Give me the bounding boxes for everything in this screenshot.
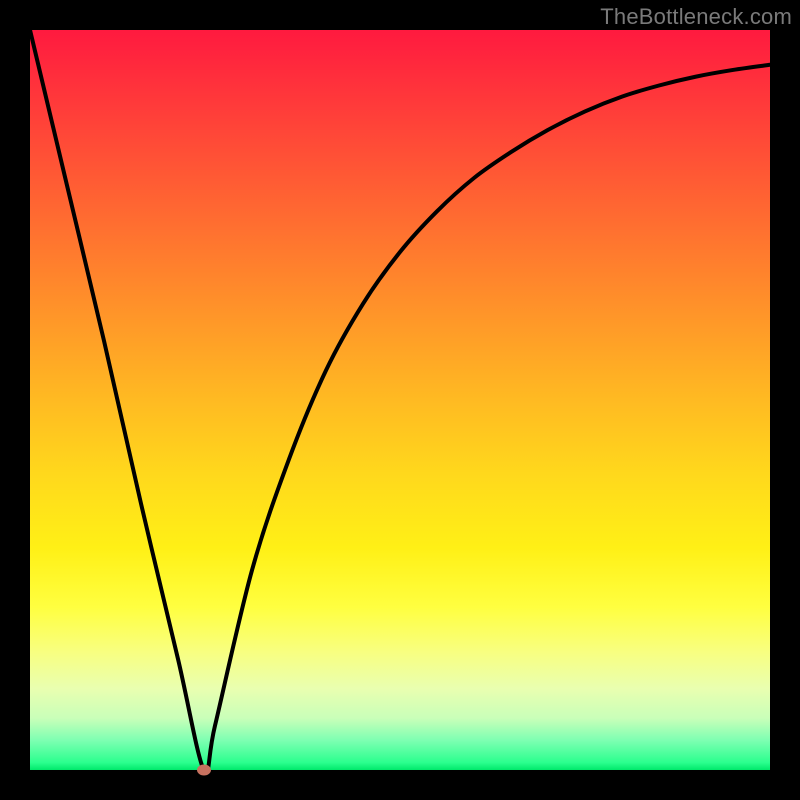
minimum-marker xyxy=(197,765,211,776)
chart-frame: TheBottleneck.com xyxy=(0,0,800,800)
watermark-text: TheBottleneck.com xyxy=(600,4,792,30)
plot-area xyxy=(30,30,770,770)
bottleneck-curve-path xyxy=(30,30,770,773)
curve-svg xyxy=(30,30,770,770)
